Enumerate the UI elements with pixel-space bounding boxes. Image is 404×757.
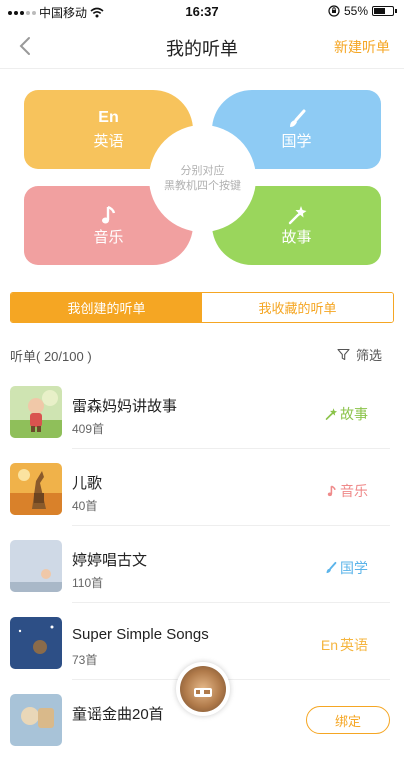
cover-image [10, 386, 62, 438]
note-line: 黑教机四个按键 [164, 179, 241, 192]
playlist-track-count: 73首 [72, 653, 98, 667]
playlist-track-count: 40首 [72, 499, 98, 513]
list-tabs: 我创建的听单 我收藏的听单 [10, 292, 394, 323]
category-tag: 音乐 [326, 481, 368, 501]
en-text-icon: En [98, 109, 119, 126]
cover-image [10, 694, 62, 746]
playlist-title: Super Simple Songs [72, 626, 209, 643]
playlist-track-count: 110首 [72, 576, 104, 590]
bind-button[interactable]: 绑定 [306, 706, 390, 734]
playlist-track-count: 409首 [72, 422, 105, 436]
filter-button[interactable]: 筛选 [337, 345, 382, 364]
battery-icon [372, 6, 397, 16]
filter-icon [337, 348, 350, 361]
cover-image [10, 463, 62, 515]
magic-wand-icon [286, 204, 308, 226]
playlist-title: 童谣金曲20首 [72, 706, 164, 723]
category-tag-label: 音乐 [340, 483, 368, 499]
cover-image [10, 617, 62, 669]
category-label: 故事 [281, 229, 312, 246]
category-tag-label: 故事 [340, 406, 368, 422]
category-tag: 国学 [324, 558, 368, 578]
filter-label: 筛选 [355, 348, 382, 363]
category-tag-label: 英语 [340, 637, 368, 653]
music-note-icon [99, 204, 119, 226]
category-label: 英语 [93, 133, 124, 150]
mini-player[interactable] [176, 662, 230, 716]
album-art [180, 666, 226, 712]
category-label: 国学 [281, 133, 312, 150]
new-list-button[interactable]: 新建听单 [334, 37, 390, 57]
playlist-title: 雷森妈妈讲故事 [72, 398, 178, 415]
battery-percent: 55% [343, 4, 368, 18]
category-pad: En 英语 国学 音乐 故事 分别对应 黑教机四个按键 [24, 90, 381, 265]
playlist-count: 听单( 20/100 ) [10, 349, 92, 364]
cover-image [10, 540, 62, 592]
orientation-lock-icon [328, 5, 340, 17]
brush-icon [326, 561, 337, 574]
magic-wand-icon [325, 408, 338, 420]
list-item[interactable]: 儿歌 40首 音乐 [0, 449, 404, 526]
list-item[interactable]: 雷森妈妈讲故事 409首 故事 [0, 372, 404, 449]
playlist-title: 儿歌 [72, 475, 103, 492]
list-item[interactable]: 婷婷唱古文 110首 国学 [0, 526, 404, 603]
en-text-icon: En [320, 637, 338, 653]
category-label: 音乐 [93, 229, 124, 246]
category-tag: 故事 [324, 404, 368, 424]
key-mapping-note: 分别对应 黑教机四个按键 [149, 125, 256, 232]
battery-area: 55% [328, 4, 397, 18]
tab-favorited[interactable]: 我收藏的听单 [202, 293, 393, 322]
status-bar: 中国移动 16:37 55% [0, 0, 404, 24]
category-tag-label: 国学 [340, 560, 368, 576]
category-tag: En 英语 [321, 635, 368, 655]
music-note-icon [327, 485, 336, 497]
brush-icon [286, 108, 308, 130]
nav-bar: 我的听单 新建听单 [0, 24, 404, 69]
note-line: 分别对应 [180, 164, 225, 177]
tab-created[interactable]: 我创建的听单 [11, 293, 202, 322]
playlist-title: 婷婷唱古文 [72, 552, 148, 569]
